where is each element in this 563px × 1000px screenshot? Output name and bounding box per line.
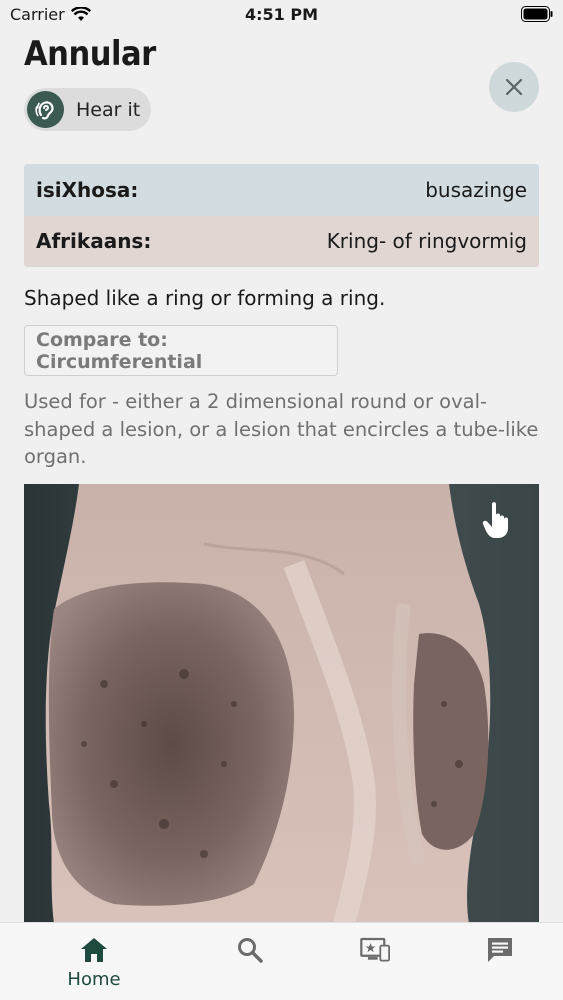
clock: 4:51 PM	[244, 5, 318, 24]
translation-row-afrikaans: Afrikaans: Kring- of ringvormig	[24, 215, 539, 267]
usage-text: Used for - either a 2 dimensional round …	[24, 390, 539, 468]
tab-search[interactable]	[180, 923, 320, 1000]
translation-word: busazinge	[425, 177, 527, 202]
tab-messages[interactable]	[430, 923, 563, 1000]
search-icon	[235, 935, 265, 965]
chat-icon	[485, 935, 515, 965]
close-button[interactable]	[489, 62, 539, 112]
specimen-image[interactable]	[24, 484, 539, 924]
ear-icon	[27, 91, 64, 128]
tap-hand-icon	[482, 502, 508, 538]
language-label: Afrikaans:	[36, 229, 152, 254]
tab-screen-cast[interactable]	[305, 923, 445, 1000]
screen-cast-icon	[360, 935, 390, 965]
language-label: isiXhosa:	[36, 177, 139, 202]
tab-home-label: Home	[67, 969, 121, 990]
translation-table: isiXhosa: busazinge Afrikaans: Kring- of…	[24, 164, 539, 267]
screen: Carrier 4:51 PM Annular Hear it isiXhosa…	[0, 0, 563, 1000]
status-bar: Carrier 4:51 PM	[0, 0, 563, 30]
translation-word: Kring- of ringvormig	[326, 229, 527, 254]
battery-icon	[521, 6, 553, 22]
tab-home[interactable]: Home	[24, 923, 164, 1000]
definition-text: Shaped like a ring or forming a ring.	[24, 286, 386, 310]
home-icon	[79, 935, 109, 965]
hear-it-button[interactable]: Hear it	[24, 88, 151, 131]
compare-to-button[interactable]: Compare to: Circumferential	[24, 325, 338, 376]
page-title: Annular	[24, 34, 156, 74]
hear-it-label: Hear it	[76, 98, 141, 121]
translation-row-isixhosa: isiXhosa: busazinge	[24, 164, 539, 216]
specimen-illustration	[24, 484, 539, 924]
tab-bar: Home	[0, 922, 563, 1000]
close-icon	[505, 78, 523, 96]
